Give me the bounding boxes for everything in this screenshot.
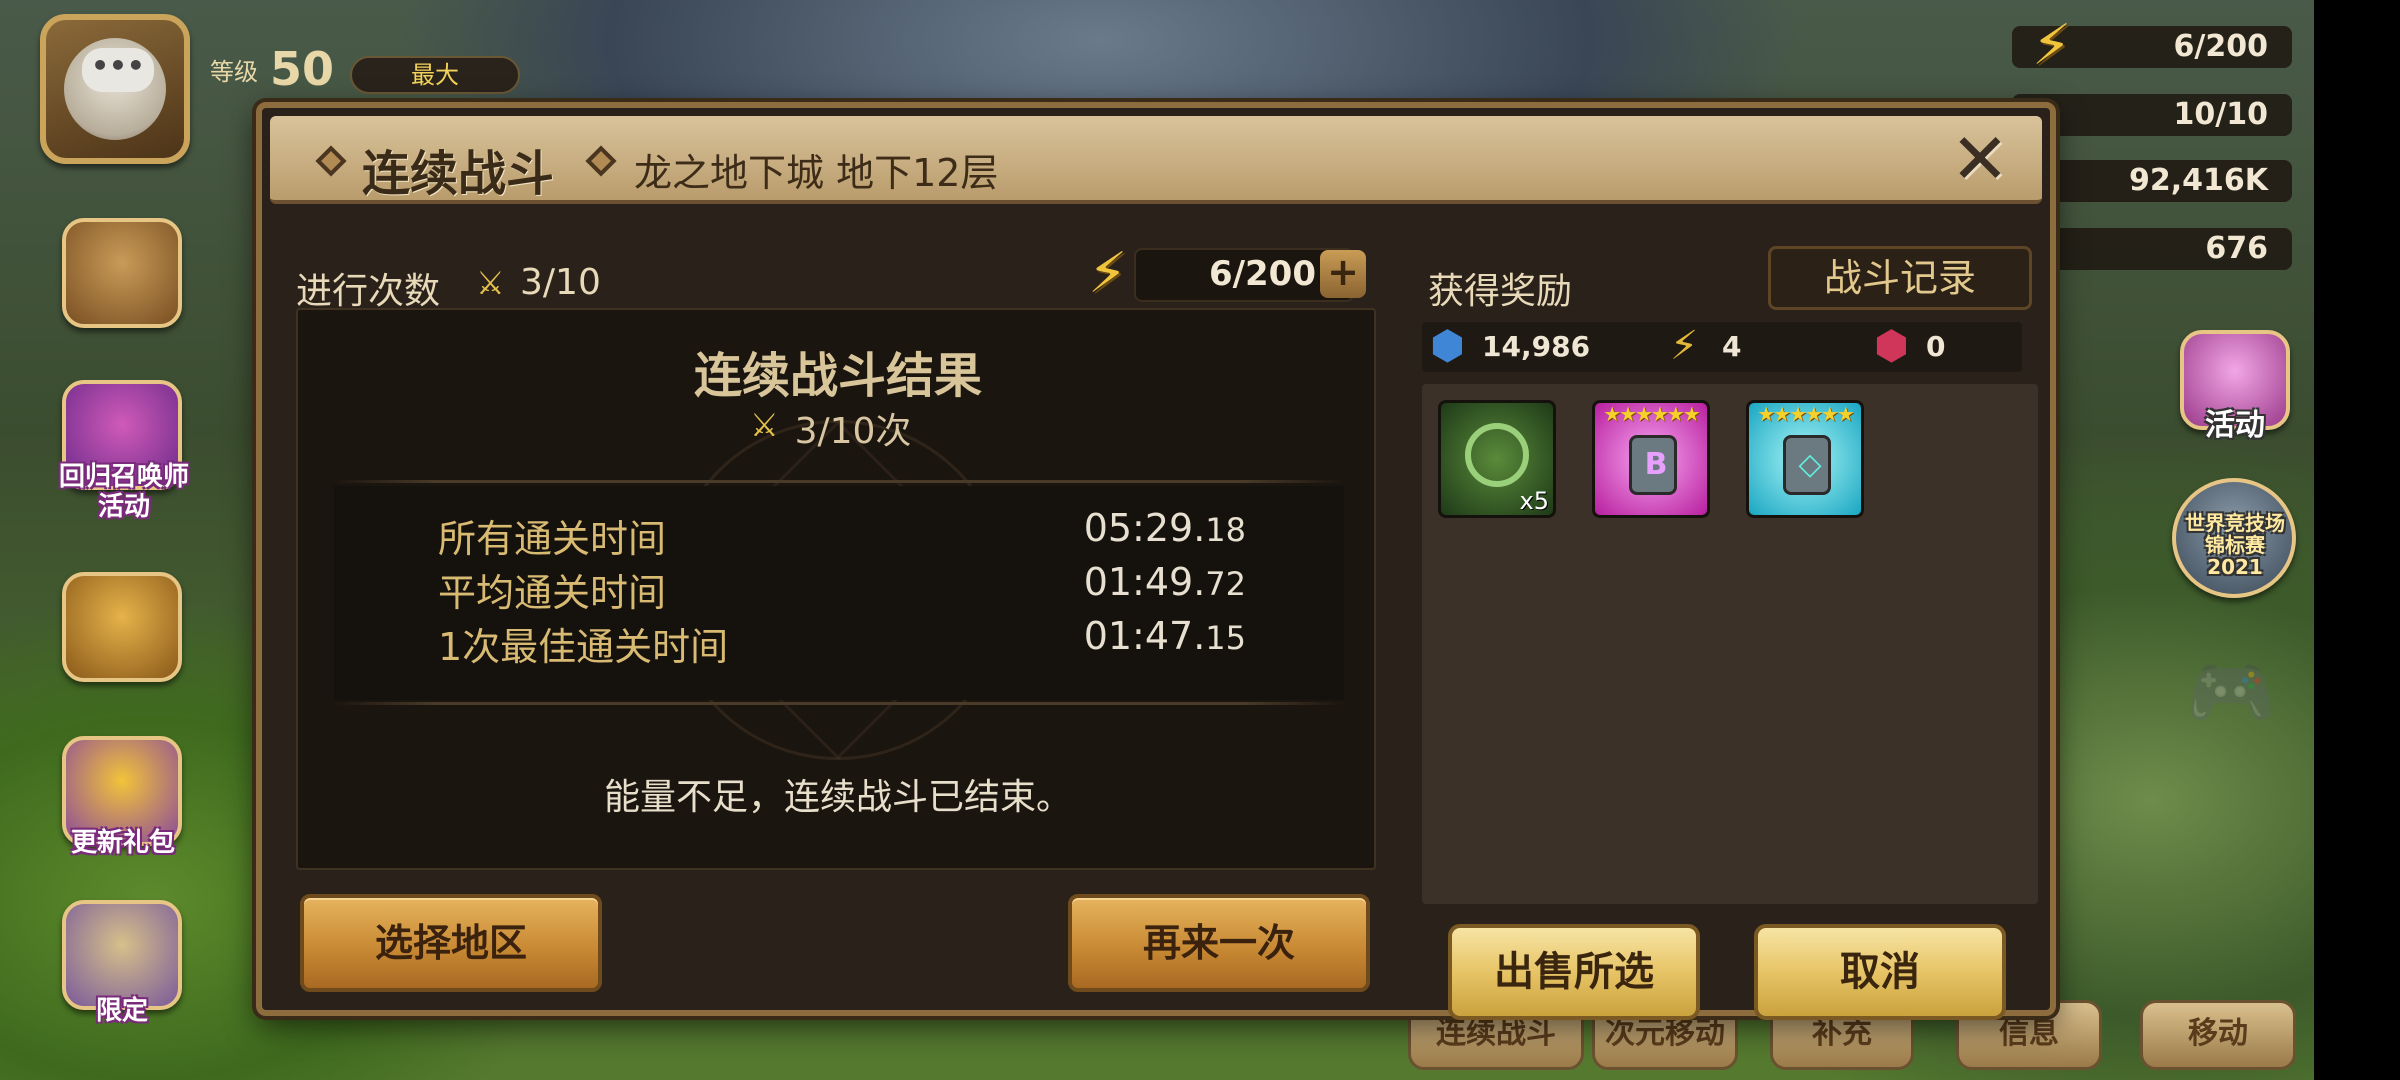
total-time-value: 05:29.18 (1083, 506, 1246, 550)
energy-icon: ⚡ (1670, 323, 1699, 369)
move-button[interactable]: 移动 (2140, 1000, 2296, 1070)
crystal-count: 14,986 (1482, 330, 1591, 363)
crystal-icon: ⬢ (1430, 323, 1465, 369)
level-bar: 最大 (350, 56, 520, 94)
average-time-label: 平均通关时间 (438, 571, 667, 615)
limited-pack-icon[interactable] (62, 900, 182, 1010)
status-message: 能量不足，连续战斗已结束。 (603, 777, 1072, 818)
dialog-header: 连续战斗 龙之地下城 地下12层 ✕ (270, 116, 2042, 204)
rewards-label: 获得奖励 (1428, 271, 1573, 312)
average-time-value: 01:49.72 (1083, 560, 1246, 604)
energy-count: 4 (1722, 330, 1742, 363)
result-title: 连续战斗结果 (693, 348, 982, 404)
energy-icon: ⚡ (1088, 241, 1128, 306)
rune-shape: B (1629, 435, 1677, 495)
divider (334, 480, 1344, 483)
tome-icon[interactable] (62, 218, 182, 328)
reward-counters: ⬢ 14,986 ⚡ 4 ⬢ 0 (1422, 322, 2022, 372)
battle-result-pane: 进行次数 ⚔ 3/10 ⚡ 6/200 + 连续战斗结果 ⚔ 3/10次 所有通… (296, 224, 1376, 1014)
swirl-icon (1465, 423, 1529, 487)
wind-essence-icon[interactable]: x5 (1438, 400, 1556, 518)
result-count: 3/10次 (794, 411, 912, 452)
update-package-label[interactable]: 更新礼包 (48, 828, 198, 858)
clear-times-table: 所有通关时间 05:29.18 平均通关时间 01:49.72 1次最佳通关时间… (334, 486, 1344, 700)
level-value: 50 (270, 42, 335, 96)
rainbowmon-icon: ⬢ (1874, 323, 1909, 369)
rainbowmon-count: 0 (1926, 330, 1946, 363)
limited-label[interactable]: 限定 (62, 996, 182, 1026)
gamepad-icon[interactable]: 🎮 (2186, 650, 2276, 735)
add-energy-button[interactable]: + (1320, 250, 1366, 298)
world-arena-label[interactable]: 世界竞技场 锦标赛 2021 (2160, 512, 2310, 578)
energy-icon: ⚡ (2032, 13, 2072, 78)
divider (334, 702, 1344, 705)
rune-icon[interactable]: ★★★★★★ B (1592, 400, 1710, 518)
close-icon[interactable]: ✕ (1948, 124, 2012, 194)
dungeon-name: 龙之地下城 地下12层 (634, 151, 999, 195)
sell-selected-button[interactable]: 出售所选 (1448, 924, 1700, 1020)
diamond-icon (315, 145, 347, 177)
returning-summoner-event-label[interactable]: 回归召唤师 活动 (44, 462, 204, 522)
best-time-label: 1次最佳通关时间 (438, 625, 729, 669)
crossed-swords-icon: ⚔ (476, 264, 505, 302)
level-label: 等级 (210, 58, 258, 86)
cancel-button[interactable]: 取消 (1754, 924, 2006, 1020)
best-time-value: 01:47.15 (1083, 614, 1246, 658)
reward-items-area: x5 ★★★★★★ B ★★★★★★ ◇ (1422, 384, 2038, 904)
select-area-button[interactable]: 选择地区 (300, 894, 602, 992)
star-rating: ★★★★★★ (1757, 402, 1855, 426)
result-panel: 连续战斗结果 ⚔ 3/10次 所有通关时间 05:29.18 平均通关时间 01… (296, 308, 1376, 870)
treasure-chest-icon[interactable] (62, 572, 182, 682)
run-count-value: 3/10 (520, 262, 601, 303)
repeat-battle-dialog: 连续战斗 龙之地下城 地下12层 ✕ 进行次数 ⚔ 3/10 ⚡ 6/200 +… (256, 102, 2056, 1020)
total-time-label: 所有通关时间 (438, 517, 667, 561)
run-count-label: 进行次数 (296, 271, 441, 312)
chat-bubble-icon[interactable]: ••• (82, 48, 154, 92)
energy-value: 6/200 (1208, 254, 1316, 294)
star-rating: ★★★★★★ (1603, 402, 1701, 426)
rune-icon[interactable]: ★★★★★★ ◇ (1746, 400, 1864, 518)
game-background: ••• 等级 50 最大 回归召唤师 活动 更新礼包 限定 6/200 10/1… (0, 0, 2400, 1080)
retry-button[interactable]: 再来一次 (1068, 894, 1370, 992)
item-quantity: x5 (1519, 487, 1549, 515)
rewards-pane: 获得奖励 战斗记录 ⬢ 14,986 ⚡ 4 ⬢ 0 x5 ★★★★★★ B ★… (1412, 224, 2038, 1020)
dialog-title: 连续战斗 (362, 146, 555, 202)
event-label[interactable]: 活动 (2190, 400, 2280, 444)
rune-shape: ◇ (1783, 435, 1831, 495)
player-avatar[interactable]: ••• (40, 14, 190, 164)
diamond-icon (585, 145, 617, 177)
battle-log-button[interactable]: 战斗记录 (1768, 246, 2032, 310)
screen-edge (2314, 0, 2400, 1080)
